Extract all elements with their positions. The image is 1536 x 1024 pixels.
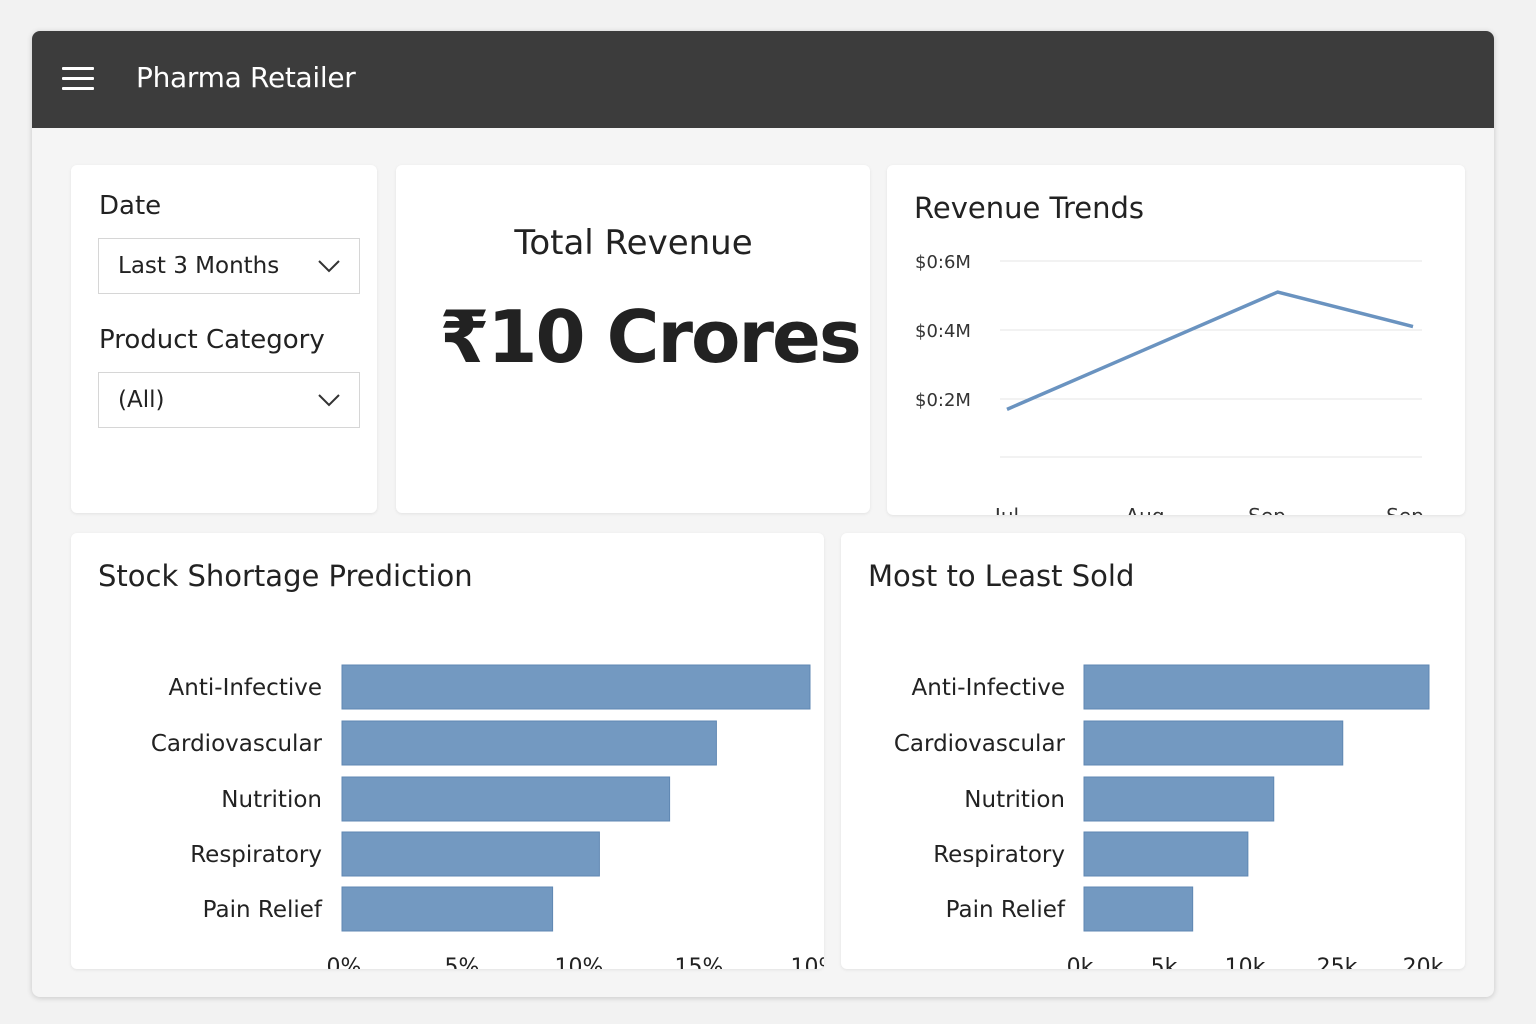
- x-tick-label: 10k: [1225, 955, 1266, 969]
- most-to-least-card: Most to Least Sold Anti-Infective Cardiov…: [841, 533, 1465, 969]
- x-tick-label: Jul: [993, 504, 1019, 515]
- x-tick-label: 10%: [555, 955, 604, 969]
- x-tick-label: 25k: [1317, 955, 1358, 969]
- bar: [1083, 776, 1275, 822]
- x-tick-label: 5%: [445, 955, 480, 969]
- y-tick-label: $0:4M: [915, 321, 971, 342]
- category-label: Nutrition: [964, 787, 1065, 813]
- chevron-down-icon: [318, 260, 340, 273]
- bar: [1083, 831, 1249, 877]
- x-tick-label: 5k: [1151, 955, 1178, 969]
- bar: [341, 776, 671, 822]
- kpi-value: ₹10 Crores: [439, 295, 861, 379]
- total-revenue-card: Total Revenue ₹10 Crores: [396, 165, 870, 513]
- category-label: Pain Relief: [946, 897, 1066, 923]
- stock-shortage-card: Stock Shortage Prediction Anti-Infective…: [71, 533, 824, 969]
- category-label: Anti-Infective: [912, 675, 1065, 701]
- app-header: Pharma Retailer: [32, 31, 1494, 128]
- app-window: Pharma Retailer Date Last 3 Months Produ…: [32, 31, 1494, 997]
- category-label: Cardiovascular: [151, 731, 323, 757]
- category-label: Nutrition: [221, 787, 322, 813]
- date-dropdown-value: Last 3 Months: [118, 253, 280, 279]
- y-tick-label: $0:2M: [915, 390, 971, 411]
- bar: [1083, 886, 1194, 932]
- bar: [1083, 720, 1344, 766]
- category-label: Respiratory: [190, 842, 322, 868]
- x-tick-label: 15%: [675, 955, 724, 969]
- revenue-trends-card: Revenue Trends $0:2M$0:4M$0:6MJulAugSepS…: [887, 165, 1465, 515]
- x-tick-label: 10%: [791, 955, 824, 969]
- chevron-down-icon: [318, 394, 340, 407]
- category-label: Cardiovascular: [894, 731, 1066, 757]
- category-dropdown[interactable]: (All): [98, 372, 360, 428]
- kpi-title: Total Revenue: [514, 223, 753, 263]
- x-tick-label: 20k: [1403, 955, 1444, 969]
- hamburger-menu-icon[interactable]: [62, 67, 94, 93]
- revenue-trends-chart: $0:2M $0:4M $0:6M Jul Aug Sep Sep: [915, 252, 1424, 515]
- bar: [341, 664, 811, 710]
- app-title: Pharma Retailer: [136, 61, 356, 94]
- category-label: Pain Relief: [203, 897, 323, 923]
- stock-shortage-chart: Anti-Infective Cardiovascular Nutrition Res…: [151, 664, 824, 969]
- category-filter-label: Product Category: [99, 325, 325, 355]
- bar: [1083, 664, 1430, 710]
- x-tick-label: 0k: [1067, 955, 1094, 969]
- bar: [341, 720, 717, 766]
- x-tick-label: Sep: [1386, 504, 1424, 515]
- category-label: Anti-Infective: [169, 675, 322, 701]
- date-dropdown[interactable]: Last 3 Months: [98, 238, 360, 294]
- category-dropdown-value: (All): [118, 387, 165, 413]
- most-to-least-chart: Anti-Infective Cardiovascular Nutrition Res…: [894, 664, 1444, 969]
- y-tick-label: $0:6M: [915, 252, 971, 273]
- category-label: Respiratory: [933, 842, 1065, 868]
- revenue-line: [1006, 290, 1414, 411]
- x-tick-label: Aug: [1125, 504, 1164, 515]
- bar: [341, 886, 554, 932]
- bar: [341, 831, 600, 877]
- date-filter-label: Date: [99, 191, 162, 221]
- filters-card: Date Last 3 Months Product Category (All…: [71, 165, 377, 513]
- x-tick-label: 0%: [327, 955, 362, 969]
- x-tick-label: Sep: [1248, 504, 1286, 515]
